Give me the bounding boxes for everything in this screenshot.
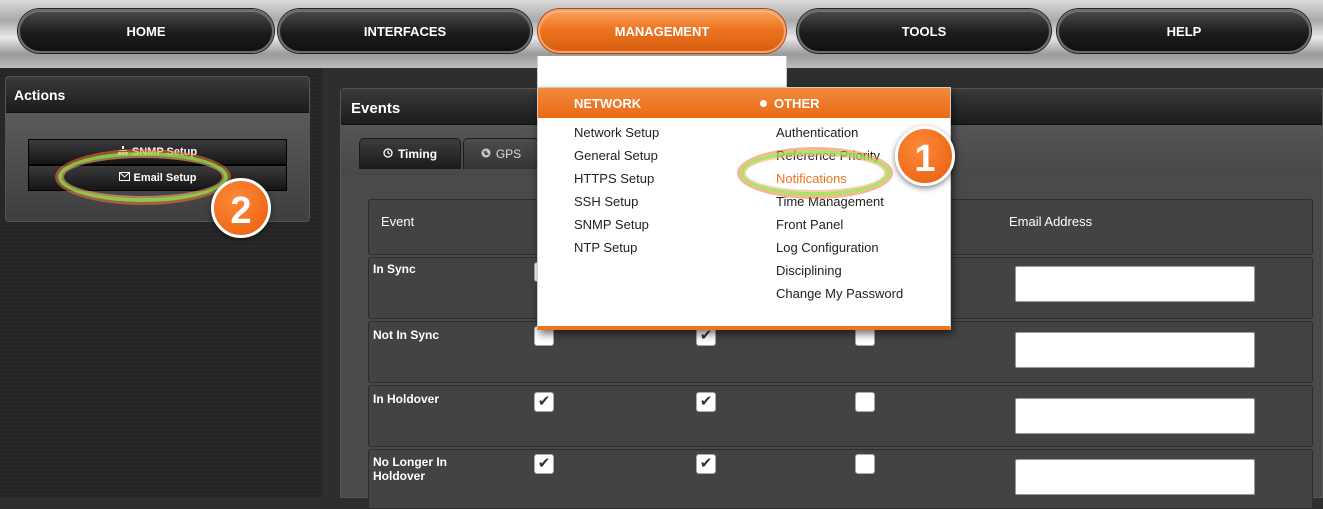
email-field[interactable] <box>1015 398 1255 434</box>
menu-item-disciplining[interactable]: Disciplining <box>776 263 842 278</box>
step-2-badge: 2 <box>211 178 271 238</box>
menu-item-log-configuration[interactable]: Log Configuration <box>776 240 879 255</box>
checkbox[interactable]: ✔ <box>696 392 716 412</box>
highlight-ring-email-setup <box>58 152 228 202</box>
checkbox[interactable]: ✔ <box>534 392 554 412</box>
nav-home-button[interactable]: HOME <box>18 9 274 53</box>
network-section-title: NETWORK <box>574 96 642 111</box>
row-label: No Longer In Holdover <box>373 455 447 483</box>
highlight-ring-notifications <box>740 150 890 196</box>
actions-title: Actions <box>6 77 309 113</box>
menu-item-time-management[interactable]: Time Management <box>776 194 884 209</box>
checkbox[interactable]: ✔ <box>696 454 716 474</box>
email-address-header-label: Email Address <box>1009 214 1093 229</box>
dropdown-header: NETWORK OTHER <box>538 88 950 118</box>
tab-gps-label: GPS <box>495 147 522 161</box>
globe-icon <box>481 147 491 161</box>
tab-timing[interactable]: Timing <box>359 138 461 169</box>
step-1-badge: 1 <box>895 126 955 186</box>
tab-timing-label: Timing <box>397 147 438 161</box>
management-dropdown-menu: NETWORK OTHER Network Setup General Setu… <box>537 87 951 330</box>
email-field[interactable] <box>1015 266 1255 302</box>
menu-item-https-setup[interactable]: HTTPS Setup <box>574 171 654 186</box>
row-label: Not In Sync <box>373 328 440 342</box>
row-label: In Sync <box>373 262 416 276</box>
menu-item-general-setup[interactable]: General Setup <box>574 148 658 163</box>
menu-item-change-my-password[interactable]: Change My Password <box>776 286 903 301</box>
event-header-label: Event <box>381 214 415 229</box>
row-label: In Holdover <box>373 392 440 406</box>
nav-help-button[interactable]: HELP <box>1057 9 1311 53</box>
menu-item-network-setup[interactable]: Network Setup <box>574 125 659 140</box>
menu-item-ntp-setup[interactable]: NTP Setup <box>574 240 637 255</box>
table-row: Not In Sync ✔ <box>368 321 1313 383</box>
bullet-icon <box>760 100 767 107</box>
checkbox[interactable] <box>855 392 875 412</box>
event-column-header: Event <box>368 199 538 255</box>
email-field[interactable] <box>1015 332 1255 368</box>
nav-interfaces-button[interactable]: INTERFACES <box>278 9 532 53</box>
menu-item-snmp-setup[interactable]: SNMP Setup <box>574 217 649 232</box>
checkbox[interactable] <box>855 454 875 474</box>
nav-management-button[interactable]: MANAGEMENT <box>538 9 786 53</box>
other-section-title: OTHER <box>774 96 820 111</box>
nav-tools-button[interactable]: TOOLS <box>797 9 1051 53</box>
table-row: In Holdover ✔ ✔ <box>368 385 1313 447</box>
checkbox[interactable]: ✔ <box>534 454 554 474</box>
menu-item-front-panel[interactable]: Front Panel <box>776 217 843 232</box>
clock-icon <box>383 147 393 161</box>
tab-gps[interactable]: GPS <box>463 138 539 169</box>
email-field[interactable] <box>1015 459 1255 495</box>
menu-item-ssh-setup[interactable]: SSH Setup <box>574 194 638 209</box>
menu-item-authentication[interactable]: Authentication <box>776 125 858 140</box>
table-row: No Longer In Holdover ✔ ✔ <box>368 449 1313 509</box>
